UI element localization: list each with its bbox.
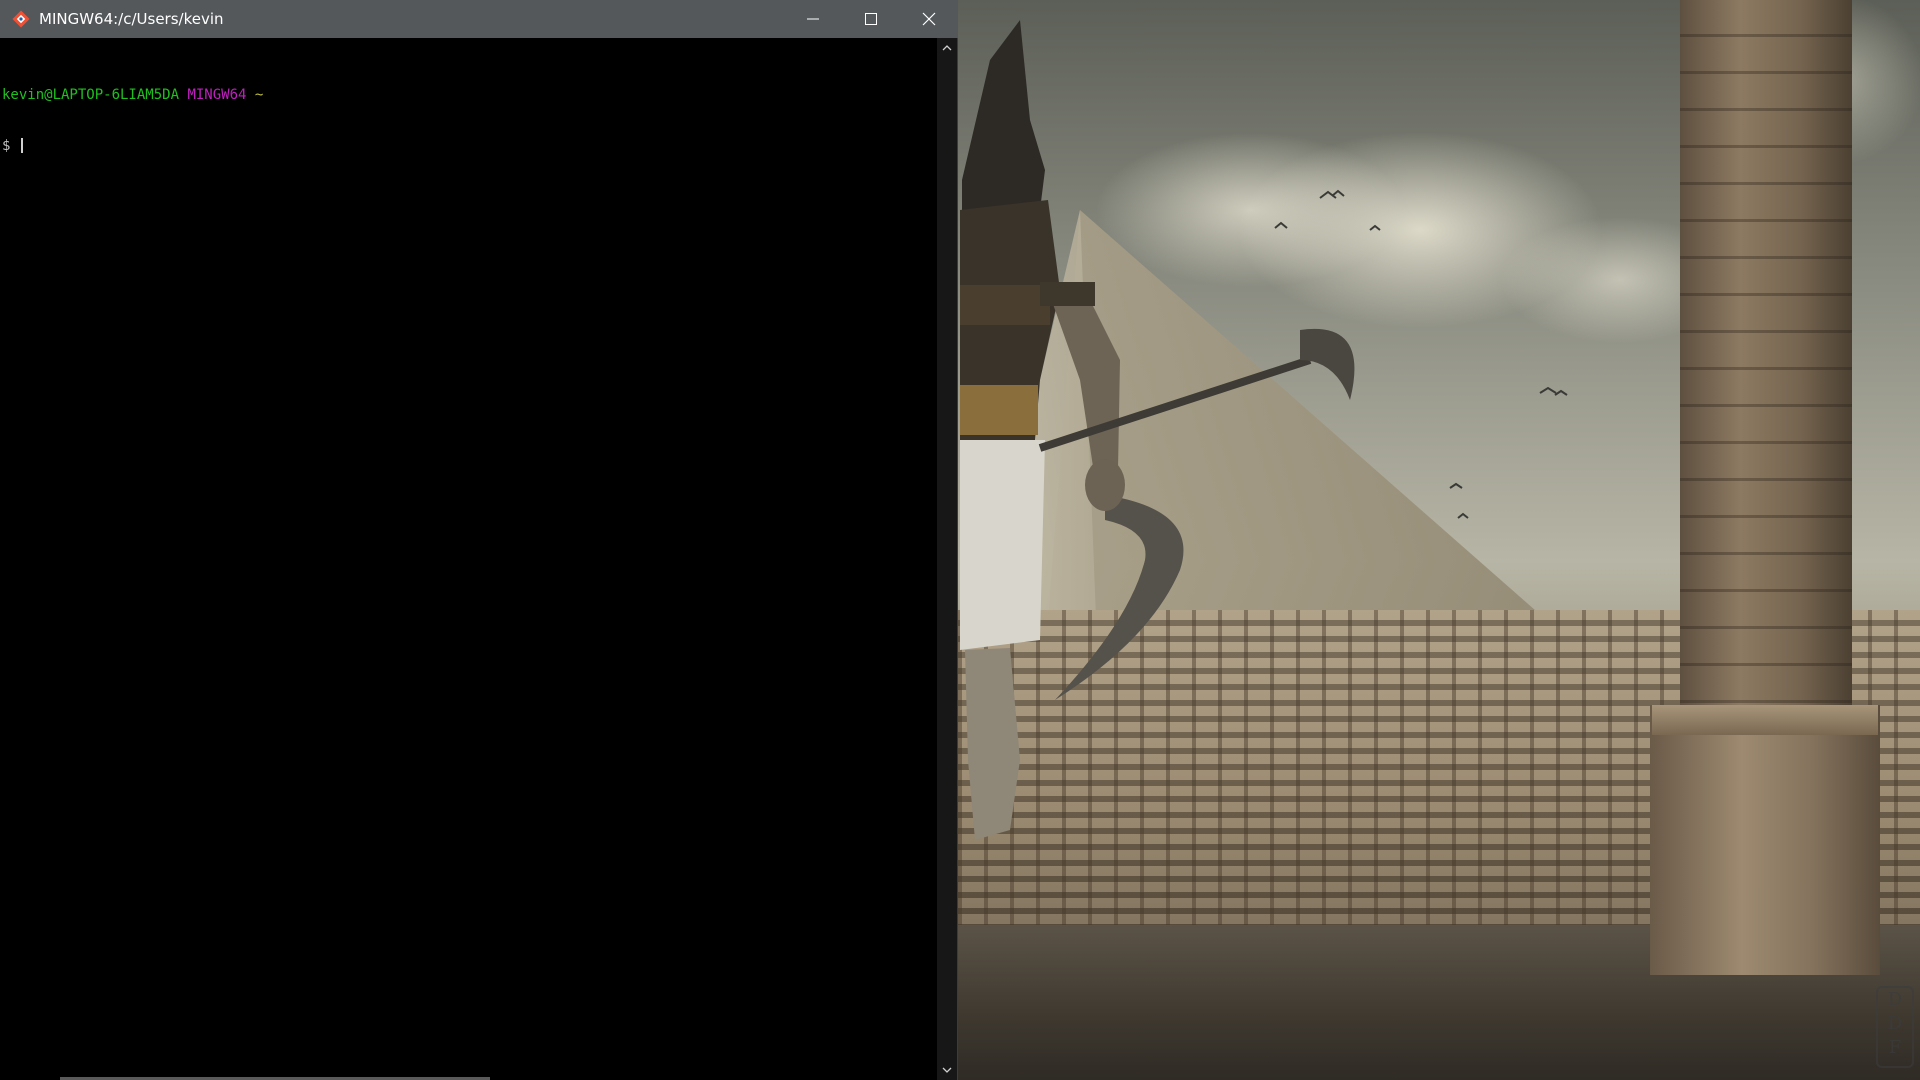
vertical-scrollbar[interactable] bbox=[937, 38, 957, 1080]
prompt-user-host: kevin@LAPTOP-6LIAM5DA bbox=[2, 87, 180, 103]
prompt-symbol: $ bbox=[2, 138, 19, 154]
scroll-up-button[interactable] bbox=[937, 38, 957, 58]
chevron-down-icon bbox=[942, 1067, 952, 1073]
maximize-button[interactable] bbox=[842, 0, 900, 38]
watermark-letter: D bbox=[1887, 989, 1903, 1010]
window-controls bbox=[784, 0, 958, 38]
scroll-down-button[interactable] bbox=[937, 1060, 957, 1080]
wallpaper-watermark: D D F bbox=[1876, 986, 1914, 1068]
prompt-system: MINGW64 bbox=[187, 87, 247, 103]
git-bash-icon[interactable] bbox=[9, 7, 33, 31]
minimize-button[interactable] bbox=[784, 0, 842, 38]
window-titlebar[interactable]: MINGW64:/c/Users/kevin bbox=[0, 0, 958, 38]
terminal-window[interactable]: MINGW64:/c/Users/kevin kevin@LAPTOP-6LIA… bbox=[0, 0, 958, 1080]
prompt-path: ~ bbox=[254, 87, 264, 103]
watermark-letter: D bbox=[1887, 1013, 1903, 1034]
input-line[interactable]: $ bbox=[2, 138, 938, 155]
prompt-line: kevin@LAPTOP-6LIAM5DA MINGW64 ~ bbox=[2, 87, 938, 104]
minimize-icon bbox=[807, 18, 819, 20]
chevron-up-icon bbox=[942, 45, 952, 51]
watermark-letter: F bbox=[1888, 1037, 1902, 1058]
close-button[interactable] bbox=[900, 0, 958, 38]
close-icon bbox=[922, 12, 936, 26]
text-cursor bbox=[20, 138, 23, 153]
maximize-icon bbox=[865, 13, 877, 25]
terminal-output[interactable]: kevin@LAPTOP-6LIAM5DA MINGW64 ~ $ bbox=[0, 38, 938, 1078]
window-title: MINGW64:/c/Users/kevin bbox=[39, 10, 224, 28]
